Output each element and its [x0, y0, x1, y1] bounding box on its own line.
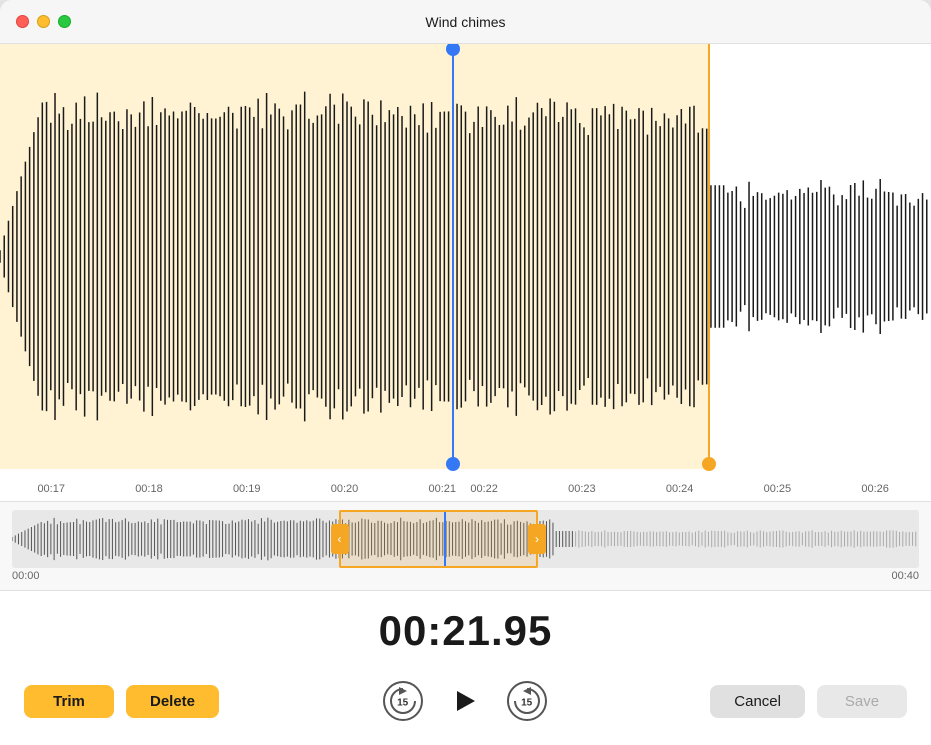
playhead-blue[interactable]	[452, 44, 454, 469]
time-label-22: 00:22	[470, 483, 498, 495]
controls-center: 15 15	[379, 677, 551, 725]
cancel-button[interactable]: Cancel	[710, 685, 805, 718]
rewind-label: 15	[397, 698, 408, 709]
rewind-circle: 15	[383, 681, 423, 721]
play-button[interactable]	[447, 683, 483, 719]
overview-waveform[interactable]: ‹ ›	[12, 510, 919, 568]
controls-bar: Trim Delete 15	[0, 665, 931, 745]
time-ruler-inner: 00:17 00:18 00:19 00:20 00:21 00:22 00:2…	[0, 469, 931, 501]
overview-playhead[interactable]	[444, 512, 446, 566]
rewind-button[interactable]: 15	[379, 677, 427, 725]
timecode-display: 00:21.95	[0, 591, 931, 665]
overview-selection[interactable]: ‹ ›	[339, 510, 539, 568]
time-label-19: 00:19	[233, 483, 261, 495]
overview-end-label: 00:40	[891, 570, 919, 582]
titlebar: Wind chimes	[0, 0, 931, 44]
window-title: Wind chimes	[425, 14, 505, 30]
main-waveform-area[interactable]: 00:17 00:18 00:19 00:20 00:21 00:22 00:2…	[0, 44, 931, 501]
trim-button[interactable]: Trim	[24, 685, 114, 718]
overview-start-label: 00:00	[12, 570, 40, 582]
traffic-lights	[16, 15, 71, 28]
trim-marker-handle[interactable]	[702, 457, 716, 471]
close-button[interactable]	[16, 15, 29, 28]
controls-right: Cancel Save	[710, 685, 907, 718]
controls-left: Trim Delete	[24, 685, 219, 718]
time-label-21: 00:21	[428, 483, 456, 495]
maximize-button[interactable]	[58, 15, 71, 28]
time-label-20: 00:20	[331, 483, 359, 495]
time-label-18: 00:18	[135, 483, 163, 495]
time-label-25: 00:25	[764, 483, 792, 495]
play-icon	[451, 687, 479, 715]
overview-section[interactable]: ‹ › 00:00 00:40	[0, 501, 931, 591]
save-button[interactable]: Save	[817, 685, 907, 718]
time-label-26: 00:26	[861, 483, 889, 495]
time-label-23: 00:23	[568, 483, 596, 495]
delete-button[interactable]: Delete	[126, 685, 219, 718]
trim-marker-yellow[interactable]	[708, 44, 710, 469]
time-label-24: 00:24	[666, 483, 694, 495]
waveform-svg	[0, 44, 931, 469]
time-ruler: 00:17 00:18 00:19 00:20 00:21 00:22 00:2…	[0, 469, 931, 501]
selection-right-handle[interactable]: ›	[528, 524, 546, 554]
forward-label: 15	[521, 698, 532, 709]
overview-time-labels: 00:00 00:40	[0, 568, 931, 582]
playhead-bottom-handle[interactable]	[446, 457, 460, 471]
time-label-17: 00:17	[37, 483, 65, 495]
forward-circle: 15	[507, 681, 547, 721]
forward-button[interactable]: 15	[503, 677, 551, 725]
app-window: Wind chimes 00	[0, 0, 931, 745]
playhead-top-handle[interactable]	[446, 44, 460, 56]
waveform-canvas: 00:17 00:18 00:19 00:20 00:21 00:22 00:2…	[0, 44, 931, 501]
selection-left-handle[interactable]: ‹	[331, 524, 349, 554]
minimize-button[interactable]	[37, 15, 50, 28]
